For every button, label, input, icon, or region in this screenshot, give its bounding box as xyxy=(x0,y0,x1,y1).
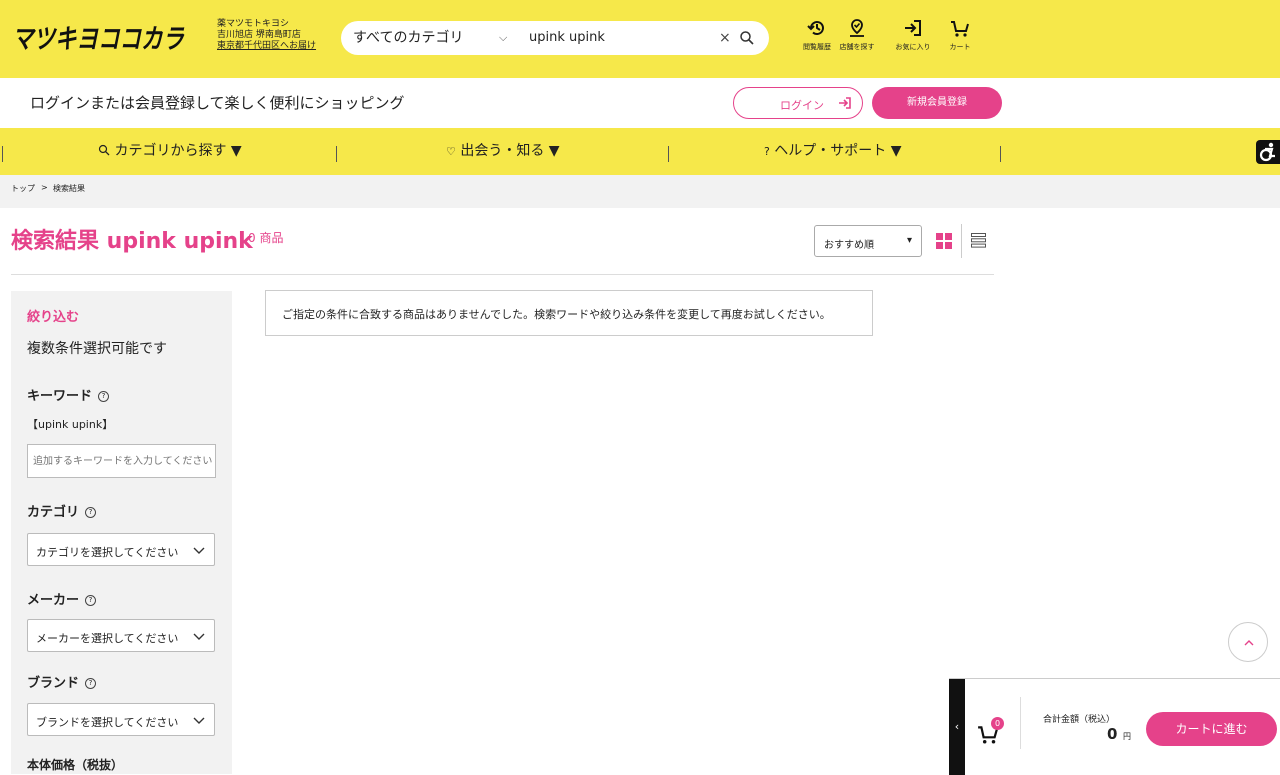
maker-filter-label: メーカー xyxy=(27,593,80,608)
breadcrumb-home[interactable]: トップ xyxy=(11,183,35,194)
maker-filter-heading: メーカー? xyxy=(27,589,97,608)
help-icon[interactable]: ? xyxy=(85,595,97,606)
favorites-icon xyxy=(905,20,921,36)
brand-filter-select-value: ブランドを選択してください xyxy=(36,716,179,729)
login-button-label: ログイン xyxy=(780,99,824,112)
register-button[interactable]: 新規会員登録 xyxy=(872,87,1002,119)
maker-filter-select[interactable]: メーカーを選択してください xyxy=(27,619,215,652)
logo-text: マツキヨココカラ xyxy=(12,24,185,54)
breadcrumb: トップ > 検索結果 xyxy=(0,175,1280,208)
filter-title: 絞り込む xyxy=(27,310,80,325)
cart-total-label: 合計金額（税込） xyxy=(1043,715,1116,725)
history-icon xyxy=(807,21,824,36)
category-select[interactable]: すべてのカテゴリ xyxy=(353,21,463,55)
search-input[interactable]: upink upink xyxy=(529,21,605,55)
chevron-down-icon: ▾ xyxy=(907,235,913,246)
nav-divider xyxy=(2,146,3,162)
category-filter-label: カテゴリ xyxy=(27,505,80,520)
sort-select-value: おすすめ順 xyxy=(824,240,874,251)
page-title: 検索結果 upink upink xyxy=(11,229,253,254)
login-bar: ログインまたは会員登録して楽しく便利にショッピング ログイン 新規会員登録 xyxy=(0,78,1280,128)
site-header: マツキヨココカラ 薬マツモトキヨシ 吉川旭店 堺南島町店 東京都千代田区へお届け… xyxy=(0,0,1280,78)
delivery-area-link[interactable]: 東京都千代田区へお届け xyxy=(217,41,316,52)
history-button[interactable]: 閲覧履歴 xyxy=(797,18,837,52)
login-icon xyxy=(838,96,852,113)
mini-cart: ‹ 0 合計金額（税込） 0 円 カートに進む xyxy=(949,678,1280,775)
current-keyword: 【upink upink】 xyxy=(27,418,114,431)
cart-label: カート xyxy=(949,43,971,51)
login-prompt: ログインまたは会員登録して楽しく便利にショッピング xyxy=(30,94,405,112)
store-locator-icon xyxy=(850,19,864,37)
category-filter-select-value: カテゴリを選択してください xyxy=(36,546,179,559)
search-icon xyxy=(98,143,114,159)
main-nav: カテゴリから探す ▼ ♡ 出会う・知る ▼ ? ヘルプ・サポート ▼ xyxy=(0,128,1280,175)
store-locator-label: 店舗を探す xyxy=(839,43,875,51)
brand-filter-label: ブランド xyxy=(27,676,80,691)
cart-total-value: 0 xyxy=(1107,725,1118,743)
divider xyxy=(1020,697,1021,749)
brand-filter-heading: ブランド? xyxy=(27,672,97,691)
clear-search-button[interactable]: × xyxy=(719,21,731,55)
keyword-filter-label: キーワード xyxy=(27,389,93,404)
collapse-cart-button[interactable]: ‹ xyxy=(949,679,965,775)
sort-select[interactable]: おすすめ順 ▾ xyxy=(814,225,922,257)
nav-categories[interactable]: カテゴリから探す ▼ xyxy=(98,128,242,175)
help-icon[interactable]: ? xyxy=(85,507,97,518)
favorites-label: お気に入り xyxy=(895,43,931,51)
price-filter-heading: 本体価格（税抜） xyxy=(27,758,124,772)
category-filter-heading: カテゴリ? xyxy=(27,501,97,520)
search-bar: すべてのカテゴリ ⌵ upink upink × xyxy=(341,21,769,55)
chevron-down-icon xyxy=(192,543,206,560)
keyword-input[interactable] xyxy=(27,444,216,478)
nav-help-label: ヘルプ・サポート ▼ xyxy=(774,143,902,159)
cart-count-badge: 0 xyxy=(991,717,1004,730)
nav-divider xyxy=(336,146,337,162)
help-icon: ? xyxy=(764,145,770,158)
help-icon[interactable]: ? xyxy=(98,391,110,402)
chevron-up-icon xyxy=(1244,640,1254,646)
favorites-button[interactable]: お気に入り xyxy=(893,18,933,52)
grid-view-icon[interactable] xyxy=(936,233,952,249)
filter-subtitle: 複数条件選択可能です xyxy=(27,341,167,357)
site-logo[interactable]: マツキヨココカラ xyxy=(12,18,188,55)
maker-filter-select-value: メーカーを選択してください xyxy=(36,632,179,645)
chevron-down-icon[interactable]: ⌵ xyxy=(499,21,507,55)
nav-divider xyxy=(1000,146,1001,162)
filter-sidebar: 絞り込む 複数条件選択可能です キーワード? 【upink upink】 カテゴ… xyxy=(11,291,232,774)
chevron-down-icon xyxy=(192,629,206,646)
divider xyxy=(11,274,994,275)
back-to-top-button[interactable] xyxy=(1228,622,1268,662)
nav-discover-label: 出会う・知る ▼ xyxy=(460,143,560,159)
cart-button[interactable]: カート xyxy=(940,18,980,52)
login-button[interactable]: ログイン xyxy=(733,87,863,119)
list-view-icon[interactable] xyxy=(971,233,986,248)
cart-icon xyxy=(951,21,969,37)
store-info: 薬マツモトキヨシ 吉川旭店 堺南島町店 東京都千代田区へお届け xyxy=(217,19,316,52)
accessibility-icon[interactable] xyxy=(1256,140,1280,164)
view-divider xyxy=(961,224,962,258)
keyword-filter-heading: キーワード? xyxy=(27,385,110,404)
nav-help[interactable]: ? ヘルプ・サポート ▼ xyxy=(764,128,902,175)
category-filter-select[interactable]: カテゴリを選択してください xyxy=(27,533,215,566)
breadcrumb-separator: > xyxy=(41,183,48,192)
search-icon[interactable] xyxy=(739,30,755,46)
no-results-message: ご指定の条件に合致する商品はありませんでした。検索ワードや絞り込み条件を変更して… xyxy=(265,290,873,336)
lightbulb-icon: ♡ xyxy=(446,145,456,158)
store-locator-button[interactable]: 店舗を探す xyxy=(837,18,877,52)
no-results-text: ご指定の条件に合致する商品はありませんでした。検索ワードや絞り込み条件を変更して… xyxy=(282,308,831,321)
history-label: 閲覧履歴 xyxy=(803,43,831,51)
proceed-to-cart-button[interactable]: カートに進む xyxy=(1146,712,1277,746)
brand-filter-select[interactable]: ブランドを選択してください xyxy=(27,703,215,736)
cart-total-unit: 円 xyxy=(1123,732,1131,741)
store-name-line2: 吉川旭店 堺南島町店 xyxy=(217,30,301,40)
nav-categories-label: カテゴリから探す ▼ xyxy=(114,143,242,159)
breadcrumb-current: 検索結果 xyxy=(53,184,85,193)
result-count: 0 商品 xyxy=(248,231,284,245)
store-name-line1: 薬マツモトキヨシ xyxy=(217,19,290,29)
nav-discover[interactable]: ♡ 出会う・知る ▼ xyxy=(446,128,560,175)
nav-divider xyxy=(668,146,669,162)
chevron-down-icon xyxy=(192,713,206,730)
help-icon[interactable]: ? xyxy=(85,678,97,689)
